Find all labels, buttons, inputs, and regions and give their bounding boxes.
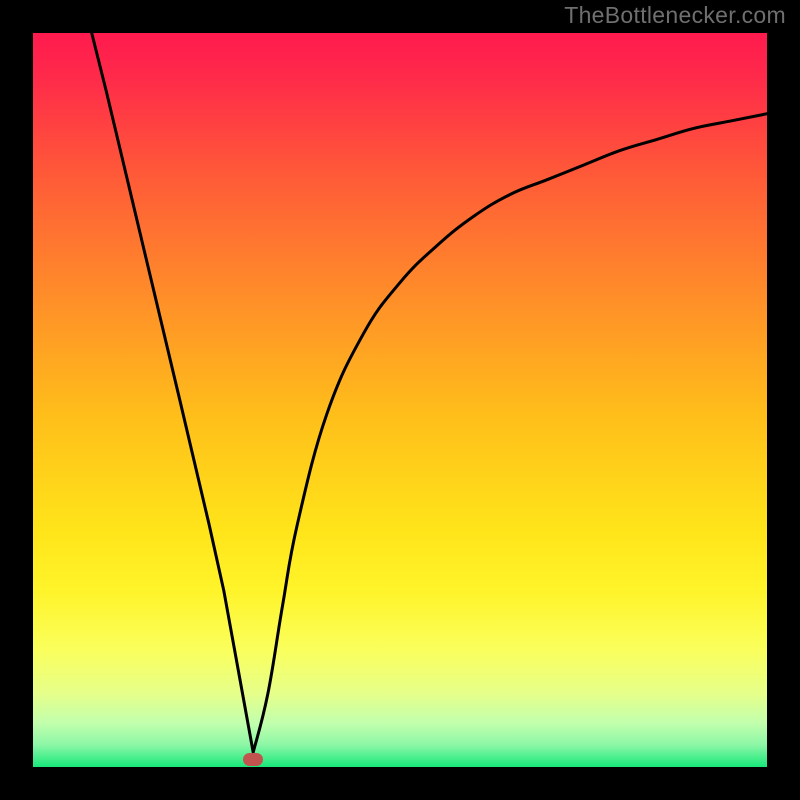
plot-svg xyxy=(33,33,767,767)
chart-frame: TheBottlenecker.com xyxy=(0,0,800,800)
heat-gradient-background xyxy=(33,33,767,767)
plot-area xyxy=(33,33,767,767)
watermark-text: TheBottlenecker.com xyxy=(564,2,786,29)
optimal-marker xyxy=(243,753,263,766)
